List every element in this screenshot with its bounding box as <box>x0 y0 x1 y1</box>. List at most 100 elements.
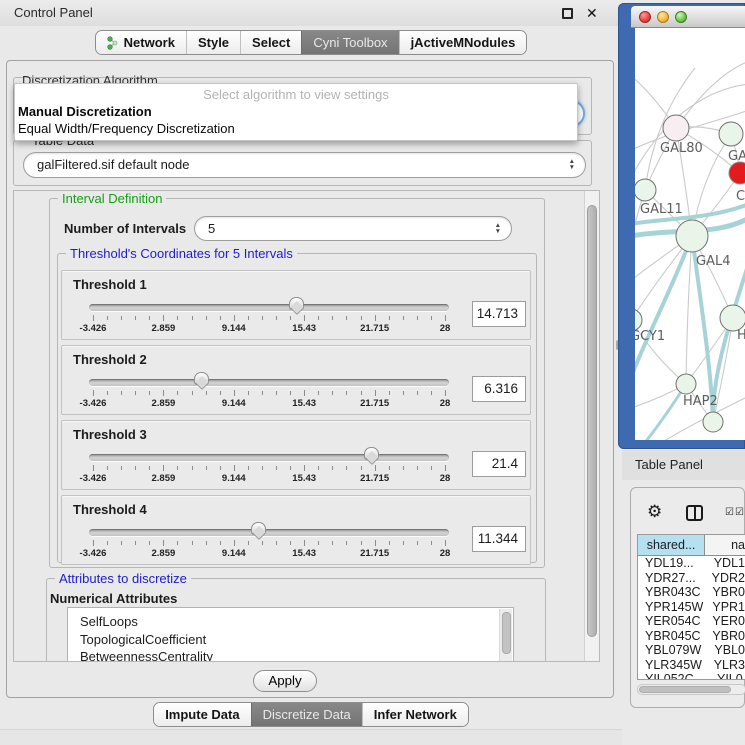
minimize-window-icon[interactable] <box>657 11 669 23</box>
spinner-stepper-icon[interactable]: ▲ ▼ <box>495 217 501 240</box>
tab-jactivemnodules[interactable]: jActiveMNodules <box>399 31 527 54</box>
table-row[interactable]: YER054CYER0 <box>638 614 745 629</box>
slider-track[interactable] <box>89 454 449 461</box>
list-scrollbar-thumb[interactable] <box>502 612 511 654</box>
dropdown-hint: Select algorithm to view settings <box>15 87 577 103</box>
cell-name: YBR0 <box>704 585 745 600</box>
slider-thumb[interactable] <box>289 297 304 310</box>
tick-label: 2.859 <box>152 473 176 484</box>
list-item-selfloops[interactable]: SelfLoops <box>80 613 513 631</box>
columns-icon[interactable] <box>686 505 703 521</box>
tick-mark <box>192 391 193 395</box>
network-window-titlebar <box>631 6 745 28</box>
node-label-gal4: GAL4 <box>696 254 730 269</box>
list-item-betweennesscentrality[interactable]: BetweennessCentrality <box>80 648 513 662</box>
network-node-gcy1[interactable] <box>635 309 642 331</box>
slider-track[interactable] <box>89 529 449 536</box>
column-header-name[interactable]: na <box>705 535 745 555</box>
tick-label: 21.715 <box>360 323 389 334</box>
tick-mark <box>121 541 122 545</box>
slider-thumb[interactable] <box>194 372 209 385</box>
table-row[interactable]: YBR043CYBR0 <box>638 585 745 600</box>
slider-thumb[interactable] <box>364 447 379 460</box>
slider-track[interactable] <box>89 304 449 311</box>
table-data-combobox[interactable]: galFiltered.sif default node ▲ ▼ <box>23 152 586 178</box>
tick-mark <box>445 315 446 321</box>
tick-mark <box>290 466 291 470</box>
tab-infer-network[interactable]: Infer Network <box>362 703 468 726</box>
arrow-down-icon: ▼ <box>569 165 575 171</box>
network-node-hap2[interactable] <box>676 374 696 394</box>
tab-select[interactable]: Select <box>240 31 301 54</box>
threshold-value-field[interactable]: 6.316 <box>472 376 526 402</box>
node-table[interactable]: shared... na YDL19...YDL1YDR27...YDR2YBR… <box>637 534 745 680</box>
tab-discretize-data[interactable]: Discretize Data <box>251 703 362 726</box>
tick-mark <box>234 315 235 321</box>
numerical-attributes-list[interactable]: SelfLoopsTopologicalCoefficientBetweenne… <box>67 607 514 662</box>
tick-mark <box>107 466 108 470</box>
network-node-gal4[interactable] <box>676 220 708 252</box>
table-row[interactable]: YDR27...YDR2 <box>638 571 745 586</box>
cell-name: YDR2 <box>704 571 745 586</box>
gear-icon[interactable]: ⚙ <box>647 503 662 520</box>
network-node-gal11[interactable] <box>635 179 656 201</box>
table-row[interactable]: YIL052CYIL0 <box>638 672 745 680</box>
tick-mark <box>445 465 446 471</box>
table-row[interactable]: YPR145WYPR1 <box>638 600 745 615</box>
threshold-value-field[interactable]: 11.344 <box>472 526 526 552</box>
close-window-icon[interactable] <box>639 11 651 23</box>
tick-mark <box>220 466 221 470</box>
tick-mark <box>206 391 207 395</box>
table-row[interactable]: YLR345WYLR3 <box>638 658 745 673</box>
table-data-group: Table Data galFiltered.sif default node … <box>13 140 592 186</box>
threshold-label: Threshold 2 <box>73 352 147 367</box>
network-canvas[interactable]: GAL80GACGAL11GAL4GCY1HHAP2 <box>635 28 745 440</box>
tab-cyni-toolbox[interactable]: Cyni Toolbox <box>301 31 398 54</box>
network-node-ga[interactable] <box>719 122 743 146</box>
algorithm-option-equal-width-frequency-discretization[interactable]: Equal Width/Frequency Discretization <box>15 120 577 137</box>
tick-mark <box>417 391 418 395</box>
list-scrollbar[interactable] <box>499 609 512 662</box>
tick-mark <box>93 390 94 396</box>
tick-mark <box>276 466 277 470</box>
slider-track[interactable] <box>89 379 449 386</box>
table-row[interactable]: YDL19...YDL1 <box>638 556 745 571</box>
tick-mark <box>431 316 432 320</box>
tab-impute-data[interactable]: Impute Data <box>154 703 250 726</box>
tick-mark <box>304 315 305 321</box>
scrollbar-thumb[interactable] <box>587 205 597 637</box>
tick-mark <box>262 466 263 470</box>
threshold-value-field[interactable]: 21.4 <box>472 451 526 477</box>
scroll-pane-scrollbar[interactable] <box>584 191 599 661</box>
cyni-bottom-tab-row: Impute DataDiscretize DataInfer Network <box>0 702 622 727</box>
zoom-window-icon[interactable] <box>675 11 687 23</box>
threshold-panel-3: Threshold 3-3.4262.8599.14415.4321.71528… <box>61 420 531 490</box>
table-row[interactable]: YBL079WYBL0 <box>638 643 745 658</box>
tick-mark <box>163 465 164 471</box>
tab-network[interactable]: Network <box>96 31 186 54</box>
float-panel-icon[interactable] <box>562 8 573 19</box>
list-item-topologicalcoefficient[interactable]: TopologicalCoefficient <box>80 631 513 649</box>
column-header-shared-name[interactable]: shared... <box>638 535 705 555</box>
hscrollbar-thumb[interactable] <box>639 686 731 693</box>
number-of-intervals-spinner[interactable]: 5 ▲ ▼ <box>194 216 512 241</box>
combo-stepper-icon[interactable]: ▲ ▼ <box>569 153 575 177</box>
network-node[interactable] <box>703 412 723 432</box>
slider-thumb[interactable] <box>251 522 266 535</box>
close-icon[interactable]: ✕ <box>586 4 598 22</box>
tick-label: 28 <box>440 323 451 334</box>
threshold-panel-4: Threshold 4-3.4262.8599.14415.4321.71528… <box>61 495 531 565</box>
tab-style[interactable]: Style <box>186 31 240 54</box>
threshold-value-field[interactable]: 14.713 <box>472 301 526 327</box>
tick-mark <box>220 316 221 320</box>
network-node-gal80[interactable] <box>663 115 689 141</box>
table-row[interactable]: YBR045CYBR0 <box>638 629 745 644</box>
tick-mark <box>220 391 221 395</box>
apply-button[interactable]: Apply <box>253 670 317 692</box>
cell-shared-name: YIL052C <box>638 672 709 680</box>
checkboxes-icon[interactable]: ☑☑ <box>725 507 745 518</box>
tick-mark <box>206 466 207 470</box>
table-horizontal-scrollbar[interactable] <box>637 684 745 695</box>
algorithm-option-manual-discretization[interactable]: Manual Discretization <box>15 103 577 120</box>
cell-shared-name: YBR043C <box>638 585 704 600</box>
